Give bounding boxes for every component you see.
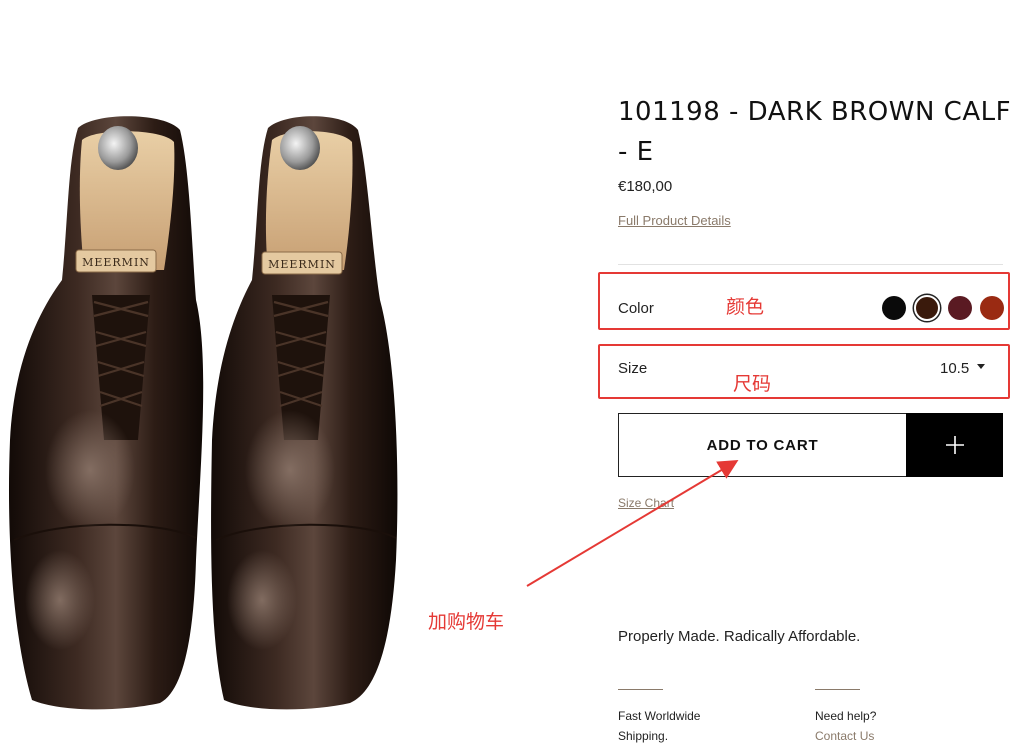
size-annotation-label: 尺码: [733, 373, 772, 395]
color-annotation-label: 颜色: [726, 296, 765, 318]
plus-icon: [945, 436, 964, 454]
color-label: Color: [618, 300, 654, 317]
product-image[interactable]: MEERMIN MEERMIN: [0, 0, 600, 743]
shipping-line-1: Fast Worldwide: [618, 709, 701, 723]
quantity-plus-button[interactable]: [906, 413, 1003, 477]
add-to-cart-button[interactable]: ADD TO CART: [618, 413, 907, 477]
size-dropdown[interactable]: 10.5: [940, 360, 986, 377]
contact-us-link[interactable]: Contact Us: [815, 729, 874, 743]
color-swatch-rust[interactable]: [980, 296, 1004, 320]
color-swatch-black[interactable]: [882, 296, 906, 320]
full-product-details-link[interactable]: Full Product Details: [618, 213, 731, 228]
help-rule: [815, 689, 860, 690]
size-chart-link[interactable]: Size Chart: [618, 496, 674, 510]
shipping-rule: [618, 689, 663, 690]
shipping-line-2: Shipping.: [618, 729, 669, 743]
help-info: Need help? Contact Us: [815, 689, 955, 743]
shipping-info: Fast Worldwide Shipping.: [618, 689, 758, 743]
product-price: €180,00: [618, 178, 673, 195]
color-swatches: [882, 295, 1004, 322]
add-to-cart-annotation-label: 加购物车: [428, 611, 505, 633]
right-shoe: MEERMIN: [211, 116, 398, 710]
brand-tagline: Properly Made. Radically Affordable.: [618, 628, 861, 645]
left-shoe: MEERMIN: [8, 116, 204, 710]
svg-text:MEERMIN: MEERMIN: [268, 258, 336, 271]
product-title: 101198 - DARK BROWN CALF - E: [618, 97, 1012, 167]
svg-text:MEERMIN: MEERMIN: [82, 256, 150, 269]
divider: [618, 264, 1003, 265]
caret-down-icon: [977, 364, 986, 369]
size-label: Size: [618, 360, 648, 377]
help-line: Need help?: [815, 709, 877, 723]
size-value: 10.5: [940, 360, 970, 377]
color-swatch-dark-brown[interactable]: [914, 295, 940, 321]
color-swatch-burgundy[interactable]: [948, 296, 972, 320]
